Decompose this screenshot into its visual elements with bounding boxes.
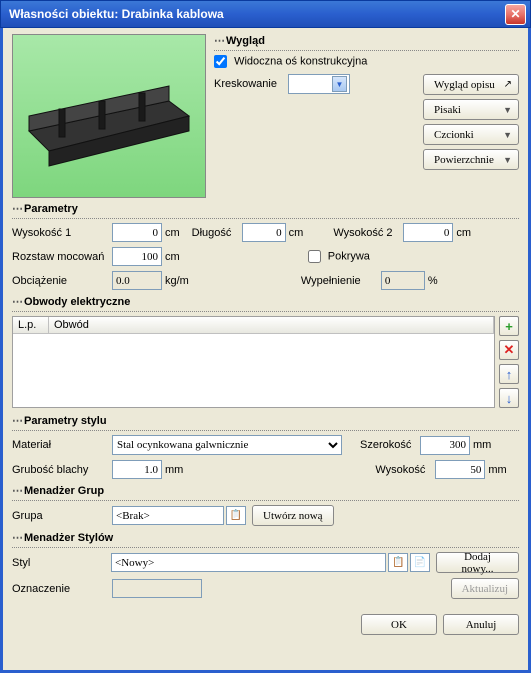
chevron-down-icon: ▼ [503,105,512,115]
style-input[interactable] [111,553,386,572]
spacing-label: Rozstaw mocowań [12,251,112,263]
surfaces-button[interactable]: Powierzchnie ▼ [423,149,519,170]
width-label: Szerokość [360,439,420,451]
hatching-label: Kreskowanie [214,78,284,90]
style-label: Styl [12,557,111,569]
material-label: Materiał [12,439,112,451]
fill-label: Wypełnienie [301,275,381,287]
fill-input [381,271,425,290]
group-label: Grupa [12,510,112,522]
thickness-input[interactable] [112,460,162,479]
height1-label: Wysokość 1 [12,227,112,239]
style-browse1-button[interactable]: 📋 [388,553,408,572]
dialog-content: Wygląd Widoczna oś konstrukcyjna Kreskow… [0,28,531,673]
chevron-down-icon: ▼ [332,76,347,92]
chevron-down-icon: ▼ [503,130,512,140]
visible-axis-checkbox[interactable] [214,55,227,68]
height-label: Wysokość [375,464,435,476]
height2-input[interactable] [403,223,453,242]
list-icon: 📋 [392,557,404,568]
material-select[interactable]: Stal ocynkowana galwnicznie [112,435,342,455]
group-browse-button[interactable]: 📋 [226,506,246,525]
delete-icon: ✕ [504,342,515,358]
move-down-button[interactable]: ↓ [499,388,519,408]
create-group-button[interactable]: Utwórz nową [252,505,334,526]
cable-ladder-icon [19,61,199,171]
style-params-legend: Parametry stylu [12,414,519,427]
parameters-legend: Parametry [12,202,519,215]
chevron-down-icon: ▼ [503,155,512,165]
fonts-button[interactable]: Czcionki ▼ [423,124,519,145]
height1-input[interactable] [112,223,162,242]
window-title: Własności obiektu: Drabinka kablowa [9,7,505,21]
close-icon: ✕ [510,7,520,21]
height2-label: Wysokość 2 [333,227,403,239]
visible-axis-label: Widoczna oś konstrukcyjna [234,55,367,67]
ok-button[interactable]: OK [361,614,437,635]
load-label: Obciążenie [12,275,112,287]
desc-appearance-button[interactable]: Wygląd opisu ↗ [423,74,519,95]
folder-icon: 📋 [230,510,242,521]
length-input[interactable] [242,223,286,242]
cover-label: Pokrywa [328,250,370,262]
height-input[interactable] [435,460,485,479]
add-style-button[interactable]: Dodaj nowy... [436,552,519,573]
plus-icon: + [505,319,513,334]
pens-button[interactable]: Pisaki ▼ [423,99,519,120]
update-button[interactable]: Aktualizuj [451,578,519,599]
cover-checkbox[interactable] [308,250,321,263]
col-lp: L.p. [13,317,49,333]
circuits-table[interactable]: L.p. Obwód [12,316,495,408]
length-label: Długość [192,227,242,239]
mark-input [112,579,202,598]
arrow-up-icon: ↑ [506,367,513,382]
hatching-select[interactable]: ▼ [288,74,350,94]
style-browse2-button[interactable]: 📄 [410,553,430,572]
copy-icon: 📄 [414,557,426,568]
style-mgr-legend: Menadżer Stylów [12,531,519,544]
load-input [112,271,162,290]
width-input[interactable] [420,436,470,455]
group-mgr-legend: Menadżer Grup [12,484,519,497]
add-circuit-button[interactable]: + [499,316,519,336]
external-icon: ↗ [504,79,512,90]
arrow-down-icon: ↓ [506,391,513,406]
title-bar: Własności obiektu: Drabinka kablowa ✕ [0,0,531,28]
move-up-button[interactable]: ↑ [499,364,519,384]
thickness-label: Grubość blachy [12,464,112,476]
spacing-input[interactable] [112,247,162,266]
circuits-legend: Obwody elektryczne [12,295,519,308]
delete-circuit-button[interactable]: ✕ [499,340,519,360]
group-input[interactable] [112,506,224,525]
close-button[interactable]: ✕ [505,4,526,25]
col-circuit: Obwód [49,317,494,333]
appearance-legend: Wygląd [214,34,519,47]
preview-image [12,34,206,198]
mark-label: Oznaczenie [12,583,112,595]
cancel-button[interactable]: Anuluj [443,614,519,635]
